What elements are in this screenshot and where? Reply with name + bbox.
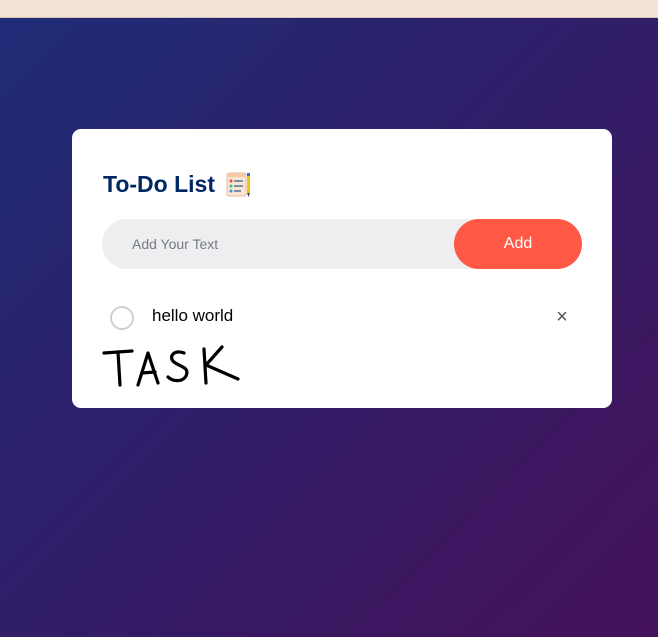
handwritten-annotation xyxy=(102,345,240,387)
add-task-row: Add xyxy=(102,219,582,269)
todo-card: To-Do List Add hello world × xyxy=(72,129,612,408)
task-input[interactable] xyxy=(102,219,452,269)
page-title: To-Do List xyxy=(103,170,215,197)
task-list: hello world × xyxy=(102,296,582,342)
add-button[interactable]: Add xyxy=(454,219,582,269)
task-checkbox[interactable] xyxy=(110,306,134,330)
title-row: To-Do List xyxy=(103,167,252,201)
notepad-icon xyxy=(224,170,252,198)
list-item[interactable]: hello world × xyxy=(102,296,582,342)
browser-top-bar xyxy=(0,0,658,18)
task-text: hello world xyxy=(152,306,234,325)
close-icon[interactable]: × xyxy=(552,307,572,327)
